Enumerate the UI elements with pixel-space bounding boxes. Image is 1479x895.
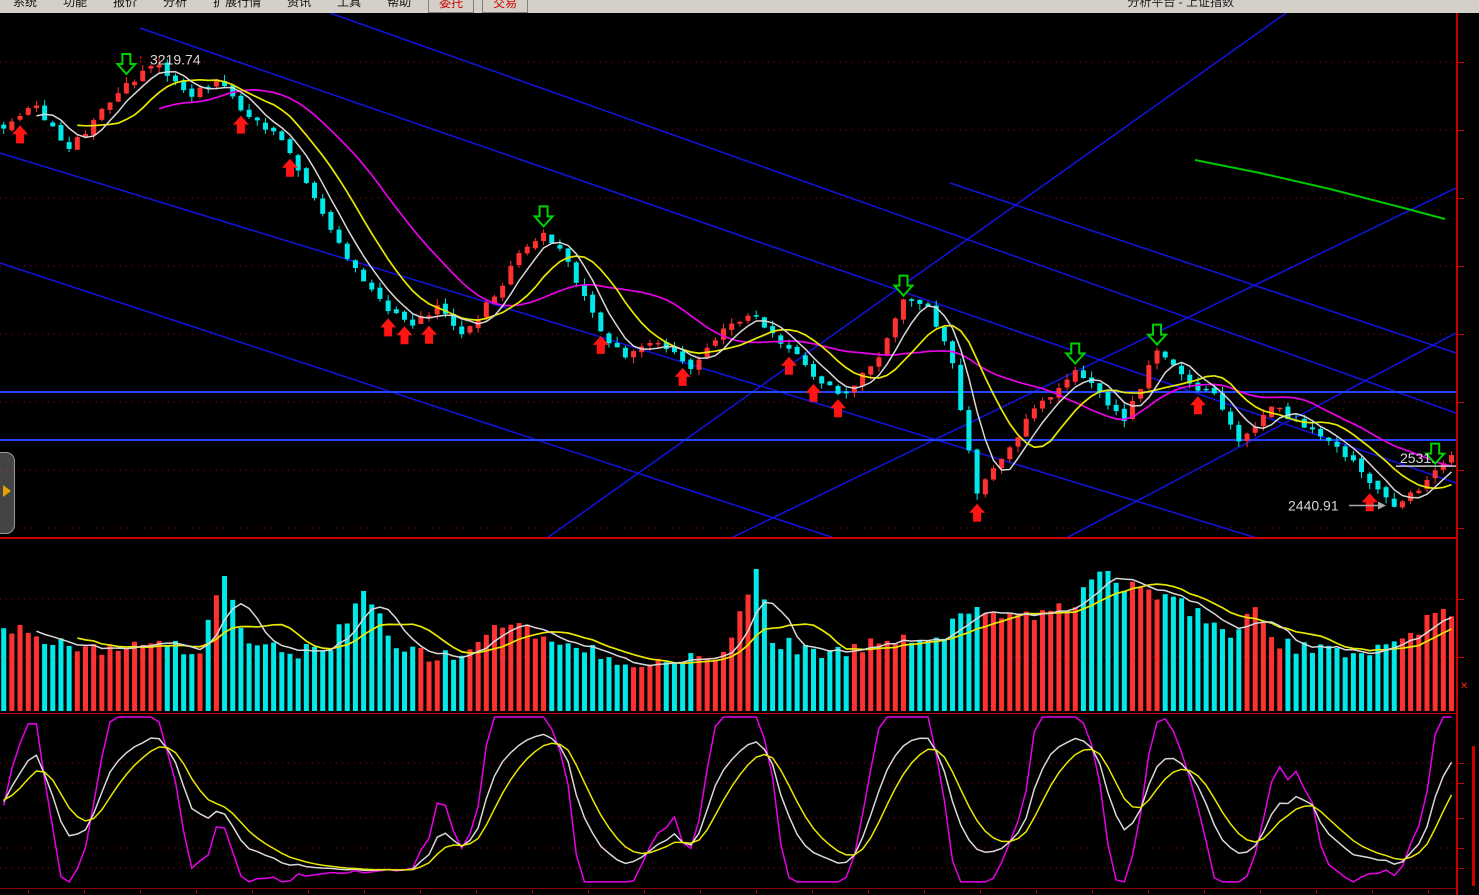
- kdj-chart-canvas[interactable]: [0, 715, 1456, 888]
- kdj-scroll-bar[interactable]: [1472, 746, 1475, 886]
- axis-tick: [140, 890, 141, 893]
- axis-tick: [756, 890, 757, 893]
- axis-tick: [532, 890, 533, 893]
- right-axis-strip: ✕: [1458, 13, 1479, 895]
- axis-tick: [1458, 198, 1464, 199]
- axis-tick: [1372, 890, 1373, 893]
- menu-item[interactable]: 系统: [0, 0, 50, 12]
- axis-tick: [1316, 890, 1317, 893]
- bottom-axis-strip: [0, 889, 1456, 895]
- menu-item[interactable]: 工具: [324, 0, 374, 12]
- axis-tick: [1458, 334, 1464, 335]
- menu-item[interactable]: 分析: [150, 0, 200, 12]
- axis-tick: [1458, 783, 1464, 784]
- axis-tick: [700, 890, 701, 893]
- axis-tick: [1458, 763, 1464, 764]
- axis-tick: [924, 890, 925, 893]
- axis-tick: [308, 890, 309, 893]
- axis-tick: [812, 890, 813, 893]
- trading-app-window: 系统功能报价分析扩展行情资讯工具帮助委托交易 分析平台 - 上证指数 上证指数(…: [0, 0, 1479, 895]
- close-marker-icon[interactable]: ✕: [1460, 681, 1468, 692]
- menu-item[interactable]: 资讯: [274, 0, 324, 12]
- axis-tick: [1036, 890, 1037, 893]
- axis-tick: [1458, 657, 1464, 658]
- axis-tick: [868, 890, 869, 893]
- menu-bar-inner: 系统功能报价分析扩展行情资讯工具帮助委托交易 分析平台 - 上证指数: [0, 0, 1479, 13]
- axis-tick: [1458, 266, 1464, 267]
- peak-price-label: 3219.74: [150, 51, 201, 67]
- svg-text:↑: ↑: [138, 51, 144, 65]
- axis-tick: [1148, 890, 1149, 893]
- axis-tick: [1458, 818, 1464, 819]
- axis-tick: [1260, 890, 1261, 893]
- axis-tick: [1458, 470, 1464, 471]
- axis-tick: [1458, 868, 1464, 869]
- menu-item[interactable]: 帮助: [374, 0, 424, 12]
- volume-chart-canvas[interactable]: [0, 540, 1456, 713]
- axis-tick: [1458, 402, 1464, 403]
- axis-tick: [252, 890, 253, 893]
- menu-item[interactable]: 扩展行情: [200, 0, 274, 12]
- axis-tick: [196, 890, 197, 893]
- axis-tick: [1428, 890, 1429, 893]
- axis-tick: [980, 890, 981, 893]
- window-title: 分析平台 - 上证指数: [1127, 0, 1234, 12]
- axis-tick: [1458, 848, 1464, 849]
- last-price-label: 2531.: [1400, 450, 1435, 466]
- axis-tick: [1092, 890, 1093, 893]
- axis-tick: [420, 890, 421, 893]
- axis-tick: [1458, 599, 1464, 600]
- main-chart-canvas[interactable]: ↑ 3219.74 2440.91 2531.: [0, 13, 1456, 537]
- menu-bar: 系统功能报价分析扩展行情资讯工具帮助委托交易 分析平台 - 上证指数: [0, 0, 1479, 14]
- axis-tick: [588, 890, 589, 893]
- axis-tick: [476, 890, 477, 893]
- panel-separator[interactable]: [0, 713, 1458, 714]
- axis-tick: [1458, 62, 1464, 63]
- axis-tick: [28, 890, 29, 893]
- trough-price-label: 2440.91: [1288, 498, 1339, 514]
- broker-button[interactable]: 委托: [428, 0, 474, 13]
- axis-tick: [84, 890, 85, 893]
- axis-tick: [1458, 130, 1464, 131]
- menu-item[interactable]: 报价: [100, 0, 150, 12]
- axis-tick: [1458, 528, 1464, 529]
- axis-tick: [644, 890, 645, 893]
- panel-separator[interactable]: [0, 537, 1458, 539]
- axis-tick: [1204, 890, 1205, 893]
- menu-item[interactable]: 功能: [50, 0, 100, 12]
- sidebar-expand-handle[interactable]: [0, 452, 15, 534]
- expand-arrow-icon: [3, 485, 11, 497]
- axis-tick: [364, 890, 365, 893]
- broker-button[interactable]: 交易: [482, 0, 528, 13]
